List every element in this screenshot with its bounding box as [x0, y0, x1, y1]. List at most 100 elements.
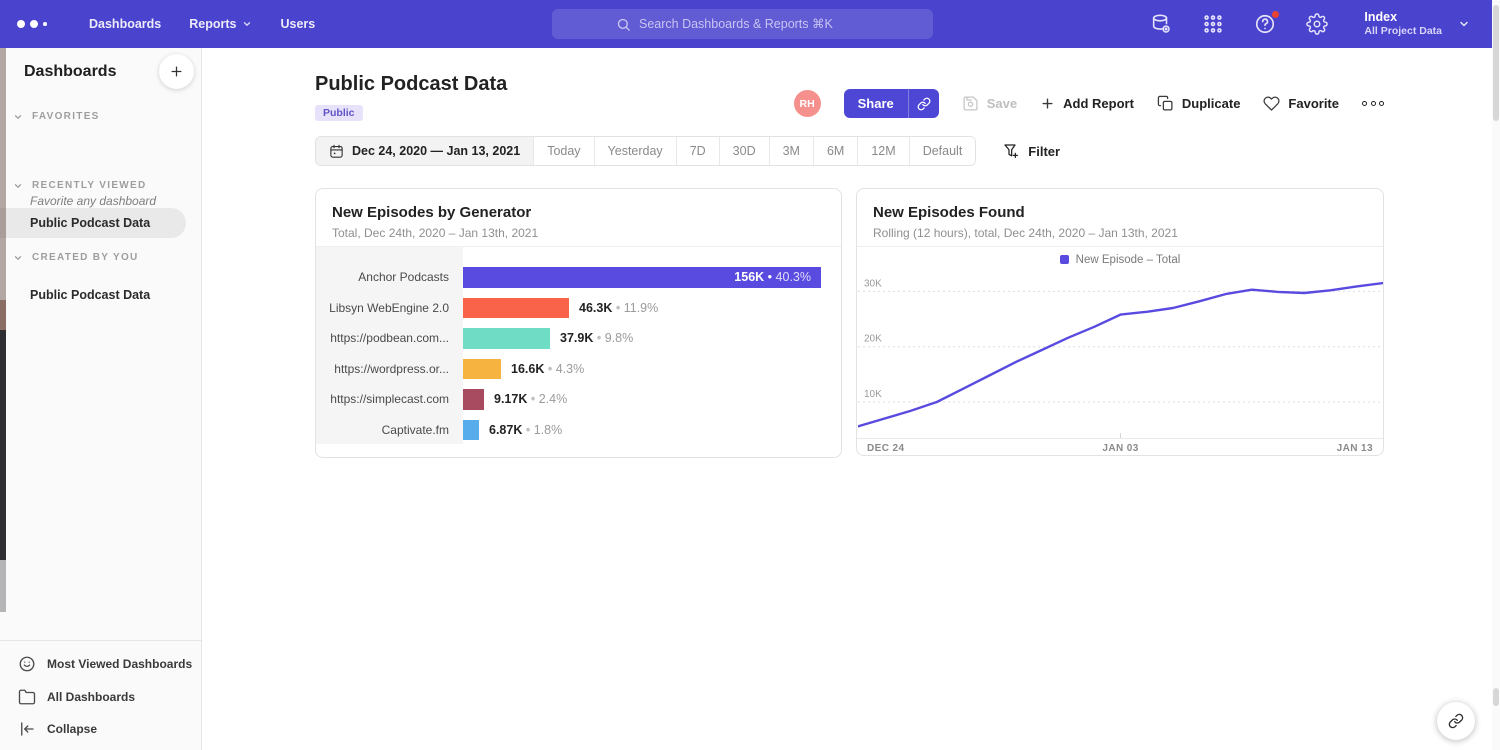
sidebar-item-created-dashboard[interactable]: Public Podcast Data — [0, 280, 186, 310]
chart-legend: New Episode – Total — [857, 247, 1383, 272]
apps-grid-icon[interactable] — [1202, 13, 1224, 35]
bar-value: 37.9K • 9.8% — [560, 323, 633, 354]
date-preset-7d[interactable]: 7D — [677, 137, 720, 165]
section-label: RECENTLY VIEWED — [32, 180, 147, 191]
bar-value: 156K • 40.3% — [734, 267, 811, 288]
section-created-by-you[interactable]: CREATED BY YOU — [0, 252, 139, 263]
add-report-button[interactable]: Add Report — [1040, 96, 1134, 111]
date-range-button[interactable]: Dec 24, 2020 — Jan 13, 2021 — [316, 137, 534, 165]
nav-item-label: Users — [280, 17, 315, 31]
new-dashboard-button[interactable] — [159, 54, 194, 89]
bar-chart: Anchor Podcasts 156K • 40.3% Libsyn WebEng… — [316, 247, 841, 457]
bar-row: Libsyn WebEngine 2.0 46.3K • 11.9% — [316, 293, 841, 324]
date-preset-6m[interactable]: 6M — [814, 137, 858, 165]
link-icon — [917, 97, 931, 111]
card-subtitle: Total, Dec 24th, 2020 – Jan 13th, 2021 — [332, 226, 825, 240]
date-preset-default[interactable]: Default — [910, 137, 976, 165]
workspace-name: Index — [1364, 10, 1442, 25]
date-preset-yesterday[interactable]: Yesterday — [595, 137, 677, 165]
floating-link-button[interactable] — [1437, 702, 1475, 740]
bar[interactable]: 156K • 40.3% — [463, 267, 821, 288]
chevron-down-icon — [1458, 18, 1470, 30]
bar-row: https://wordpress.or... 16.6K • 4.3% — [316, 354, 841, 385]
heart-icon — [1263, 95, 1280, 112]
calendar-icon — [329, 144, 344, 159]
duplicate-label: Duplicate — [1182, 96, 1241, 111]
bar-value: 6.87K • 1.8% — [489, 415, 562, 446]
svg-text:20K: 20K — [864, 334, 882, 345]
search-input[interactable] — [639, 17, 869, 31]
bar-value: 16.6K • 4.3% — [511, 354, 584, 385]
card-title: New Episodes Found — [873, 204, 1367, 221]
nav-item-users[interactable]: Users — [280, 17, 315, 31]
card-subtitle: Rolling (12 hours), total, Dec 24th, 202… — [873, 226, 1367, 240]
x-axis-tick: DEC 24 — [867, 443, 904, 454]
copy-link-button[interactable] — [908, 89, 939, 118]
sidebar-item-label: Public Podcast Data — [30, 216, 150, 230]
date-preset-3m[interactable]: 3M — [770, 137, 814, 165]
bar[interactable] — [463, 420, 479, 441]
top-nav: Dashboards Reports Users — [0, 0, 1500, 48]
card-title: New Episodes by Generator — [332, 204, 825, 221]
page-title: Public Podcast Data — [315, 73, 507, 96]
bar-label: https://podbean.com... — [316, 323, 463, 354]
save-button[interactable]: Save — [962, 95, 1017, 112]
bar-row: Anchor Podcasts 156K • 40.3% — [316, 262, 841, 293]
more-actions-button[interactable] — [1362, 97, 1384, 110]
scrollbar[interactable] — [1492, 0, 1500, 750]
collapse-sidebar-button[interactable]: Collapse — [18, 720, 97, 738]
card-new-episodes-by-generator: New Episodes by Generator Total, Dec 24t… — [315, 188, 842, 458]
app-logo[interactable] — [17, 20, 61, 28]
legend-swatch — [1060, 255, 1069, 264]
main-content: Public Podcast Data Public RH Share Save… — [202, 48, 1500, 750]
sidebar-item-recent-dashboard[interactable]: Public Podcast Data — [0, 208, 186, 238]
bar-row: Captivate.fm 6.87K • 1.8% — [316, 415, 841, 446]
settings-icon[interactable] — [1306, 13, 1328, 35]
footer-item-label: All Dashboards — [47, 690, 135, 704]
chevron-down-icon — [13, 253, 23, 263]
share-button[interactable]: Share — [844, 89, 939, 118]
bar-label: https://wordpress.or... — [316, 354, 463, 385]
global-search[interactable] — [552, 9, 933, 39]
date-preset-12m[interactable]: 12M — [858, 137, 909, 165]
workspace-switcher[interactable]: Index All Project Data — [1364, 10, 1470, 38]
avatar[interactable]: RH — [794, 90, 821, 117]
link-icon — [1448, 713, 1464, 729]
bar-label: Libsyn WebEngine 2.0 — [316, 293, 463, 324]
date-preset-today[interactable]: Today — [534, 137, 594, 165]
date-preset-30d[interactable]: 30D — [720, 137, 770, 165]
chevron-down-icon — [13, 112, 23, 122]
svg-text:10K: 10K — [864, 389, 882, 400]
most-viewed-dashboards-link[interactable]: Most Viewed Dashboards — [18, 655, 192, 673]
nav-item-reports[interactable]: Reports — [189, 17, 252, 31]
bar-label: Anchor Podcasts — [316, 262, 463, 293]
save-label: Save — [987, 96, 1017, 111]
all-dashboards-link[interactable]: All Dashboards — [18, 688, 135, 706]
favorite-button[interactable]: Favorite — [1263, 95, 1339, 112]
copy-icon — [1157, 95, 1174, 112]
dashboard-actions: RH Share Save Add Report Duplicate Favor… — [794, 89, 1384, 118]
duplicate-button[interactable]: Duplicate — [1157, 95, 1241, 112]
footer-item-label: Collapse — [47, 722, 97, 736]
bar-value: 46.3K • 11.9% — [579, 293, 658, 324]
bar-value: 9.17K • 2.4% — [494, 384, 567, 415]
bar-label: Captivate.fm — [316, 415, 463, 446]
chevron-down-icon — [242, 19, 252, 29]
section-favorites[interactable]: FAVORITES — [0, 111, 100, 122]
bar[interactable] — [463, 298, 569, 319]
scrollbar-thumb[interactable] — [1493, 5, 1499, 121]
bar[interactable] — [463, 359, 501, 380]
data-sources-icon[interactable] — [1150, 13, 1172, 35]
section-recently-viewed[interactable]: RECENTLY VIEWED — [0, 180, 147, 191]
legend-label: New Episode – Total — [1076, 254, 1181, 266]
share-label: Share — [844, 89, 908, 118]
bar[interactable] — [463, 389, 484, 410]
filter-button[interactable]: Filter — [1003, 143, 1060, 159]
card-new-episodes-found: New Episodes Found Rolling (12 hours), t… — [856, 188, 1384, 456]
date-controls: Dec 24, 2020 — Jan 13, 2021 TodayYesterd… — [315, 136, 1060, 166]
help-icon[interactable] — [1254, 13, 1276, 35]
x-axis-labels: DEC 24JAN 03JAN 13 — [857, 438, 1383, 458]
plus-icon — [169, 64, 184, 79]
bar[interactable] — [463, 328, 550, 349]
nav-item-dashboards[interactable]: Dashboards — [89, 17, 161, 31]
